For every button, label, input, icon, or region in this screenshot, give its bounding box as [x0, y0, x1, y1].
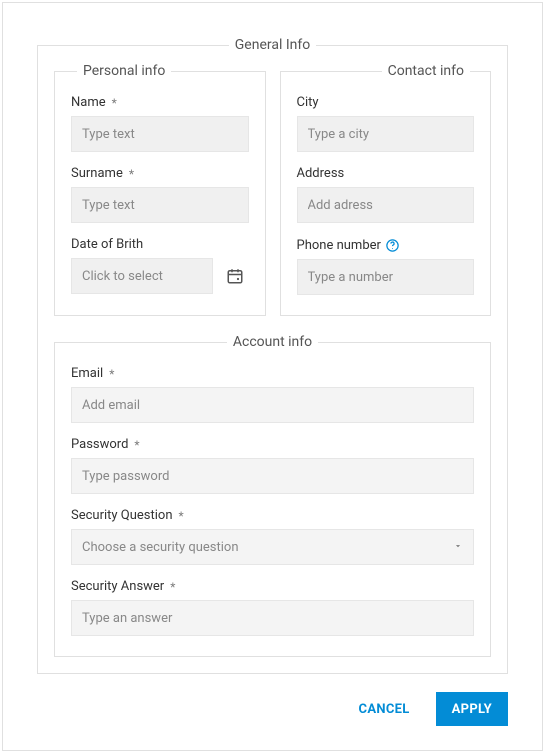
surname-label: Surname *: [71, 166, 249, 181]
security-question-select[interactable]: Choose a security question: [71, 529, 474, 565]
phone-label: Phone number: [297, 237, 475, 253]
city-label: City: [297, 95, 475, 110]
name-field: Name *: [71, 95, 249, 152]
address-field: Address: [297, 166, 475, 223]
city-field: City: [297, 95, 475, 152]
email-input[interactable]: [71, 387, 474, 423]
help-icon[interactable]: [385, 237, 401, 253]
dob-field: Date of Brith Click to select: [71, 237, 249, 294]
phone-field: Phone number: [297, 237, 475, 295]
account-legend: Account info: [227, 334, 318, 350]
chevron-down-icon: [453, 540, 463, 555]
password-input[interactable]: [71, 458, 474, 494]
email-field: Email *: [71, 366, 474, 423]
email-label: Email *: [71, 366, 474, 381]
security-question-field: Security Question * Choose a security qu…: [71, 508, 474, 565]
address-label: Address: [297, 166, 475, 181]
security-question-label: Security Question *: [71, 508, 474, 523]
security-answer-label: Security Answer *: [71, 579, 474, 594]
personal-fieldset: Personal info Name * Surname *: [54, 63, 266, 316]
address-input[interactable]: [297, 187, 475, 223]
contact-legend: Contact info: [382, 63, 470, 79]
general-legend: General Info: [229, 37, 316, 53]
personal-legend: Personal info: [77, 63, 171, 79]
phone-input[interactable]: [297, 259, 475, 295]
security-answer-field: Security Answer *: [71, 579, 474, 636]
name-label: Name *: [71, 95, 249, 110]
apply-button[interactable]: APPLY: [436, 692, 508, 726]
surname-input[interactable]: [71, 187, 249, 223]
password-field: Password *: [71, 437, 474, 494]
calendar-icon[interactable]: [221, 262, 249, 290]
dob-label: Date of Brith: [71, 237, 249, 252]
dob-input[interactable]: Click to select: [71, 258, 213, 294]
name-input[interactable]: [71, 116, 249, 152]
form-card: General Info Personal info Name * Surnam…: [2, 2, 543, 751]
city-input[interactable]: [297, 116, 475, 152]
password-label: Password *: [71, 437, 474, 452]
contact-fieldset: Contact info City Address Phone number: [280, 63, 492, 316]
footer-actions: CANCEL APPLY: [37, 692, 508, 726]
surname-field: Surname *: [71, 166, 249, 223]
security-answer-input[interactable]: [71, 600, 474, 636]
account-fieldset: Account info Email * Password * Security…: [54, 334, 491, 657]
general-fieldset: General Info Personal info Name * Surnam…: [37, 37, 508, 674]
top-columns: Personal info Name * Surname *: [54, 63, 491, 316]
cancel-button[interactable]: CANCEL: [343, 692, 426, 726]
